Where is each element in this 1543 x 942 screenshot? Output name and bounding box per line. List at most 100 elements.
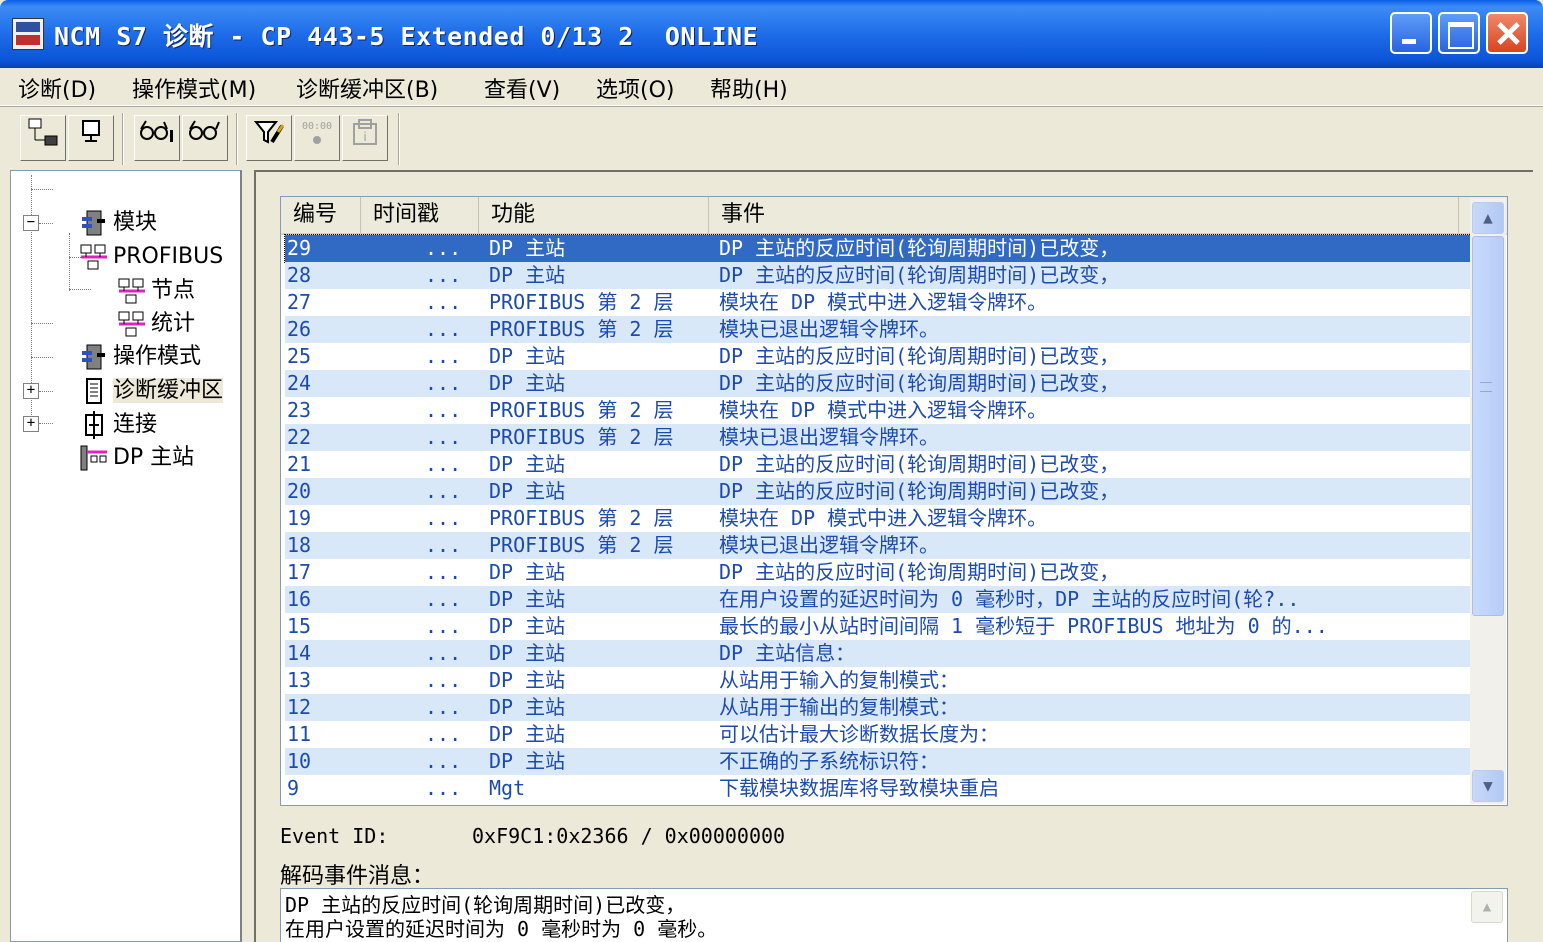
decode-scroll-up-button[interactable]: ▲ <box>1471 891 1503 923</box>
table-row[interactable]: 25... DP 主站 DP 主站的反应时间(轮询周期时间)已改变， <box>285 343 1471 370</box>
table-row[interactable]: 29... DP 主站 DP 主站的反应时间(轮询周期时间)已改变， <box>284 234 1472 263</box>
table-row[interactable]: 9... Mgt 下载模块数据库将导致模块重启 <box>285 775 1471 802</box>
cell-number: 14 <box>287 641 312 665</box>
table-row[interactable]: 11... DP 主站 可以估计最大诊断数据长度为： <box>285 721 1471 748</box>
table-row[interactable]: 23... PROFIBUS 第 2 层 模块在 DP 模式中进入逻辑令牌环。 <box>285 397 1471 424</box>
tree-item-nodes[interactable]: 节点 <box>89 240 195 304</box>
table-row[interactable]: 24... DP 主站 DP 主站的反应时间(轮询周期时间)已改变， <box>285 370 1471 397</box>
table-row[interactable]: 20... DP 主站 DP 主站的反应时间(轮询周期时间)已改变， <box>285 478 1471 505</box>
menu-operating-mode[interactable]: 操作模式(M) <box>132 72 256 104</box>
scroll-up-button[interactable]: ▲ <box>1472 202 1504 234</box>
scroll-down-button[interactable]: ▼ <box>1472 770 1504 802</box>
cell-function: DP 主站 <box>489 560 566 584</box>
cell-number: 18 <box>287 533 312 557</box>
cell-event: 从站用于输出的复制模式： <box>719 695 959 719</box>
table-row[interactable]: 21... DP 主站 DP 主站的反应时间(轮询周期时间)已改变， <box>285 451 1471 478</box>
cell-event: 最长的最小从站时间间隔 1 毫秒短于 PROFIBUS 地址为 0 的... <box>719 614 1328 638</box>
cell-function: DP 主站 <box>489 263 566 287</box>
cell-event: DP 主站的反应时间(轮询周期时间)已改变， <box>719 452 1120 476</box>
table-row[interactable]: 28... DP 主站 DP 主站的反应时间(轮询周期时间)已改变， <box>285 262 1471 289</box>
tree-item-module[interactable]: 模块 <box>51 172 157 236</box>
tree-expand-dp-master[interactable]: + <box>23 416 39 432</box>
table-row[interactable]: 27... PROFIBUS 第 2 层 模块在 DP 模式中进入逻辑令牌环。 <box>285 289 1471 316</box>
tree-item-operating-mode[interactable]: 操作模式 <box>51 306 201 370</box>
cell-function: DP 主站 <box>489 371 566 395</box>
tree-item-connections[interactable]: 连接 <box>51 374 157 439</box>
list-scrollbar[interactable]: ▲ ▼ <box>1470 198 1506 804</box>
cell-number: 22 <box>287 425 312 449</box>
column-number[interactable]: 编号 <box>281 197 361 233</box>
table-row[interactable]: 18... PROFIBUS 第 2 层 模块已退出逻辑令牌环。 <box>285 532 1471 559</box>
cell-event: 模块已退出逻辑令牌环。 <box>719 533 939 557</box>
cell-timestamp: ... <box>425 695 462 719</box>
network-node-icon[interactable] <box>20 115 66 161</box>
cell-number: 13 <box>287 668 312 692</box>
cell-number: 10 <box>287 749 312 773</box>
monitor-icon[interactable] <box>68 115 114 161</box>
cell-timestamp: ... <box>425 479 462 503</box>
event-id-value: 0xF9C1:0x2366 / 0x00000000 <box>472 824 786 848</box>
cell-timestamp: ... <box>425 398 462 422</box>
app-icon[interactable] <box>12 18 44 50</box>
cell-timestamp: ... <box>425 371 462 395</box>
table-row[interactable]: 19... PROFIBUS 第 2 层 模块在 DP 模式中进入逻辑令牌环。 <box>285 505 1471 532</box>
cell-number: 17 <box>287 560 312 584</box>
cell-event: DP 主站的反应时间(轮询周期时间)已改变， <box>719 479 1120 503</box>
cell-timestamp: ... <box>425 668 462 692</box>
scroll-thumb[interactable] <box>1472 236 1504 616</box>
column-timestamp[interactable]: 时间戳 <box>361 197 479 233</box>
menu-options[interactable]: 选项(O) <box>596 72 674 104</box>
glasses-icon[interactable] <box>182 115 228 161</box>
dp-master-icon <box>79 444 109 472</box>
cell-event: DP 主站的反应时间(轮询周期时间)已改变， <box>719 263 1120 287</box>
cell-timestamp: ... <box>425 236 462 260</box>
cell-function: PROFIBUS 第 2 层 <box>489 317 674 341</box>
column-function[interactable]: 功能 <box>479 197 709 233</box>
tree-collapse-profibus[interactable]: − <box>23 215 39 231</box>
cell-number: 21 <box>287 452 312 476</box>
window-title: NCM S7 诊断 - CP 443-5 Extended 0/13 2 ONL… <box>54 22 759 51</box>
tree-expand-connections[interactable]: + <box>23 383 39 399</box>
table-row[interactable]: 15... DP 主站 最长的最小从站时间间隔 1 毫秒短于 PROFIBUS 地址… <box>285 613 1471 640</box>
cell-event: 模块在 DP 模式中进入逻辑令牌环。 <box>719 506 1048 530</box>
table-row[interactable]: 12... DP 主站 从站用于输出的复制模式： <box>285 694 1471 721</box>
menu-help[interactable]: 帮助(H) <box>710 72 788 104</box>
counter-icon[interactable]: 00:00 <box>294 115 340 161</box>
table-row[interactable]: 13... DP 主站 从站用于输入的复制模式： <box>285 667 1471 694</box>
tree-item-dp-master[interactable]: DP 主站 <box>51 407 194 471</box>
table-row[interactable]: 10... DP 主站 不正确的子系统标识符： <box>285 748 1471 775</box>
panel-splitter[interactable] <box>242 170 254 942</box>
filter-icon[interactable] <box>246 115 292 161</box>
tree-item-diagnostic-buffer[interactable]: 诊断缓冲区 <box>51 340 223 404</box>
table-row[interactable]: 17... DP 主站 DP 主站的反应时间(轮询周期时间)已改变， <box>285 559 1471 586</box>
cell-number: 24 <box>287 371 312 395</box>
tree-item-statistics[interactable]: 统计 <box>89 273 195 337</box>
tree-item-profibus[interactable]: PROFIBUS <box>51 206 223 270</box>
close-button[interactable] <box>1486 12 1528 54</box>
table-row[interactable]: 22... PROFIBUS 第 2 层 模块已退出逻辑令牌环。 <box>285 424 1471 451</box>
cell-timestamp: ... <box>425 641 462 665</box>
decoded-line: DP 主站的反应时间(轮询周期时间)已改变， <box>285 893 686 917</box>
glasses-info-icon[interactable] <box>134 115 180 161</box>
menu-diagnostic-buffer[interactable]: 诊断缓冲区(B) <box>296 72 438 104</box>
table-row[interactable]: 14... DP 主站 DP 主站信息： <box>285 640 1471 667</box>
cell-timestamp: ... <box>425 452 462 476</box>
column-event[interactable]: 事件 <box>709 197 1459 233</box>
decoded-message-label: 解码事件消息： <box>280 864 435 889</box>
cell-number: 28 <box>287 263 312 287</box>
cell-number: 26 <box>287 317 312 341</box>
cell-number: 20 <box>287 479 312 503</box>
cell-function: Mgt <box>489 776 526 800</box>
table-row[interactable]: 16... DP 主站 在用户设置的延迟时间为 0 毫秒时，DP 主站的反应时间(轮… <box>285 586 1471 613</box>
table-row[interactable]: 26... PROFIBUS 第 2 层 模块已退出逻辑令牌环。 <box>285 316 1471 343</box>
menu-diagnose[interactable]: 诊断(D) <box>18 72 96 104</box>
decoded-message-box[interactable]: DP 主站的反应时间(轮询周期时间)已改变， 在用户设置的延迟时间为 0 毫秒时… <box>280 888 1508 942</box>
cell-timestamp: ... <box>425 290 462 314</box>
list-header: 编号 时间戳 功能 事件 <box>281 197 1507 235</box>
navigation-tree: − + + 模块 PROFIBUS 节点 统计 操作模式 诊断缓冲区 连接 DP… <box>10 170 242 942</box>
cell-number: 23 <box>287 398 312 422</box>
maximize-button[interactable] <box>1438 12 1480 54</box>
minimize-button[interactable] <box>1390 12 1432 54</box>
print-icon[interactable]: i <box>342 115 388 161</box>
menu-view[interactable]: 查看(V) <box>484 72 560 104</box>
